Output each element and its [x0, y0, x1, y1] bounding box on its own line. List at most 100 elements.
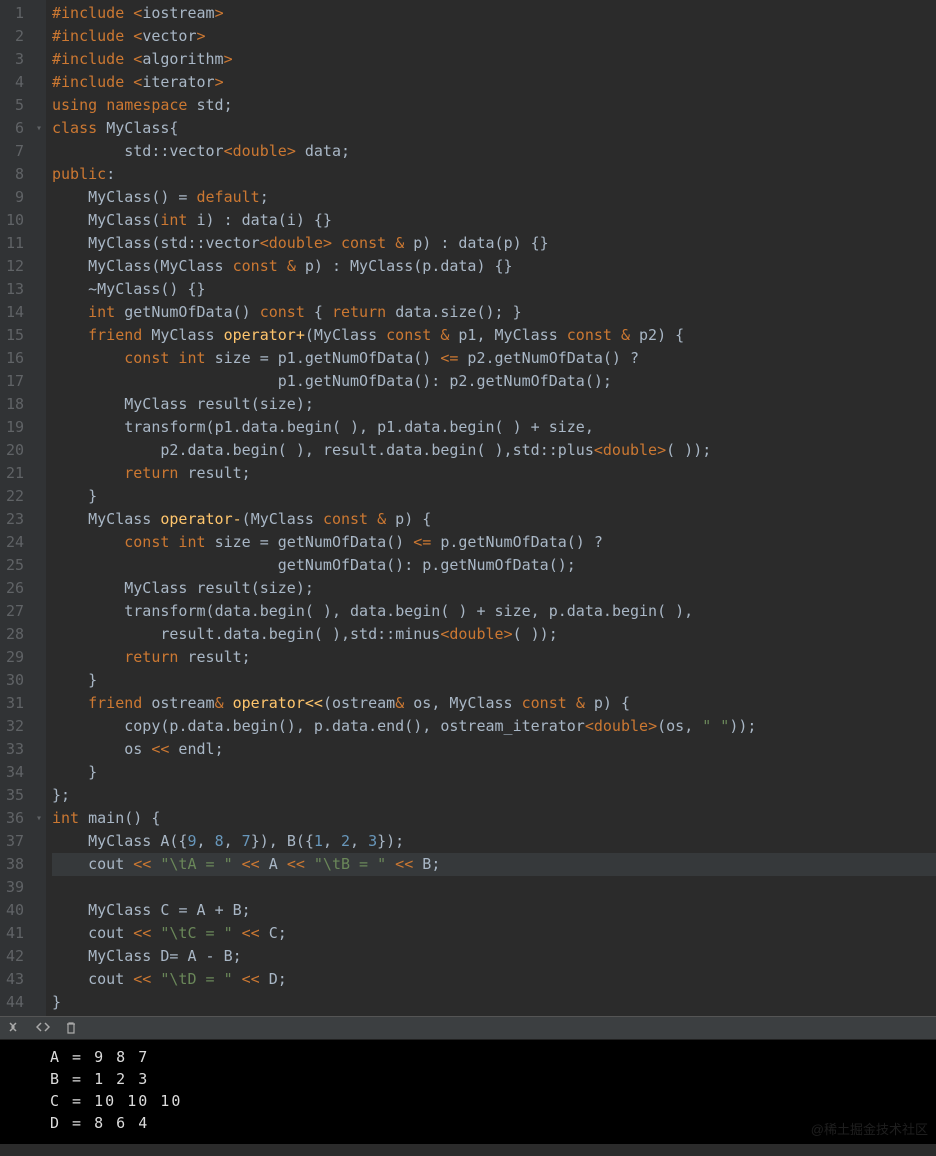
- fold-marker: [32, 623, 46, 646]
- fold-marker: [32, 416, 46, 439]
- fold-marker: [32, 94, 46, 117]
- line-number: 33: [4, 738, 24, 761]
- fold-marker: [32, 945, 46, 968]
- fold-marker: [32, 715, 46, 738]
- console-line: D = 8 6 4: [50, 1112, 936, 1134]
- line-number: 4: [4, 71, 24, 94]
- line-number: 37: [4, 830, 24, 853]
- line-number: 41: [4, 922, 24, 945]
- line-number: 19: [4, 416, 24, 439]
- code-line[interactable]: friend ostream& operator<<(ostream& os, …: [52, 692, 936, 715]
- code-line[interactable]: int main() {: [52, 807, 936, 830]
- code-line[interactable]: MyClass(MyClass const & p) : MyClass(p.d…: [52, 255, 936, 278]
- fold-marker: [32, 692, 46, 715]
- fold-marker: [32, 370, 46, 393]
- line-number: 26: [4, 577, 24, 600]
- code-line[interactable]: p1.getNumOfData(): p2.getNumOfData();: [52, 370, 936, 393]
- code-editor[interactable]: 1234567891011121314151617181920212223242…: [0, 0, 936, 1016]
- code-line[interactable]: #include <algorithm>: [52, 48, 936, 71]
- fold-marker: [32, 784, 46, 807]
- fold-marker: [32, 991, 46, 1014]
- fold-marker: [32, 485, 46, 508]
- fold-marker: [32, 600, 46, 623]
- watermark: @稀土掘金技术社区: [811, 1119, 928, 1138]
- code-line[interactable]: }: [52, 669, 936, 692]
- line-number: 42: [4, 945, 24, 968]
- code-line[interactable]: [52, 876, 936, 899]
- code-line[interactable]: transform(p1.data.begin( ), p1.data.begi…: [52, 416, 936, 439]
- fold-marker: [32, 163, 46, 186]
- code-line[interactable]: MyClass(std::vector<double> const & p) :…: [52, 232, 936, 255]
- console-output: A = 9 8 7B = 1 2 3C = 10 10 10D = 8 6 4: [0, 1040, 936, 1144]
- fold-marker: [32, 278, 46, 301]
- line-number: 11: [4, 232, 24, 255]
- code-line[interactable]: };: [52, 784, 936, 807]
- code-area[interactable]: #include <iostream>#include <vector>#inc…: [46, 0, 936, 1016]
- line-number: 38: [4, 853, 24, 876]
- code-line[interactable]: cout << "\tD = " << D;: [52, 968, 936, 991]
- fold-marker: [32, 508, 46, 531]
- code-line[interactable]: public:: [52, 163, 936, 186]
- fold-marker: [32, 255, 46, 278]
- fold-marker: [32, 669, 46, 692]
- code-line[interactable]: MyClass(int i) : data(i) {}: [52, 209, 936, 232]
- fold-marker: [32, 439, 46, 462]
- code-line[interactable]: }: [52, 761, 936, 784]
- code-line[interactable]: result.data.begin( ),std::minus<double>(…: [52, 623, 936, 646]
- code-line[interactable]: #include <iostream>: [52, 2, 936, 25]
- code-line[interactable]: MyClass D= A - B;: [52, 945, 936, 968]
- code-line[interactable]: friend MyClass operator+(MyClass const &…: [52, 324, 936, 347]
- code-line[interactable]: ~MyClass() {}: [52, 278, 936, 301]
- code-line[interactable]: p2.data.begin( ), result.data.begin( ),s…: [52, 439, 936, 462]
- code-line[interactable]: copy(p.data.begin(), p.data.end(), ostre…: [52, 715, 936, 738]
- code-line[interactable]: }: [52, 991, 936, 1014]
- line-number: 32: [4, 715, 24, 738]
- code-line[interactable]: std::vector<double> data;: [52, 140, 936, 163]
- code-line[interactable]: #include <iterator>: [52, 71, 936, 94]
- fold-marker[interactable]: ▾: [32, 807, 46, 830]
- code-line[interactable]: int getNumOfData() const { return data.s…: [52, 301, 936, 324]
- expand-icon[interactable]: [36, 1021, 50, 1035]
- code-line[interactable]: }: [52, 485, 936, 508]
- fold-column[interactable]: ▾▾: [32, 0, 46, 1016]
- collapse-icon[interactable]: [8, 1021, 22, 1035]
- code-line[interactable]: transform(data.begin( ), data.begin( ) +…: [52, 600, 936, 623]
- fold-marker: [32, 301, 46, 324]
- trash-icon[interactable]: [64, 1021, 78, 1035]
- code-line[interactable]: const int size = getNumOfData() <= p.get…: [52, 531, 936, 554]
- fold-marker: [32, 738, 46, 761]
- line-number: 14: [4, 301, 24, 324]
- line-number: 3: [4, 48, 24, 71]
- code-line[interactable]: os << endl;: [52, 738, 936, 761]
- code-line[interactable]: MyClass result(size);: [52, 577, 936, 600]
- line-number: 34: [4, 761, 24, 784]
- fold-marker: [32, 554, 46, 577]
- line-number: 28: [4, 623, 24, 646]
- code-line[interactable]: return result;: [52, 462, 936, 485]
- fold-marker: [32, 830, 46, 853]
- fold-marker: [32, 71, 46, 94]
- code-line[interactable]: MyClass() = default;: [52, 186, 936, 209]
- code-line[interactable]: const int size = p1.getNumOfData() <= p2…: [52, 347, 936, 370]
- line-number: 1: [4, 2, 24, 25]
- line-number: 20: [4, 439, 24, 462]
- line-number: 31: [4, 692, 24, 715]
- line-number: 30: [4, 669, 24, 692]
- code-line[interactable]: MyClass C = A + B;: [52, 899, 936, 922]
- code-line[interactable]: using namespace std;: [52, 94, 936, 117]
- code-line[interactable]: cout << "\tA = " << A << "\tB = " << B;: [52, 853, 936, 876]
- code-line[interactable]: MyClass operator-(MyClass const & p) {: [52, 508, 936, 531]
- code-line[interactable]: getNumOfData(): p.getNumOfData();: [52, 554, 936, 577]
- line-number-gutter: 1234567891011121314151617181920212223242…: [0, 0, 32, 1016]
- line-number: 36: [4, 807, 24, 830]
- fold-marker: [32, 209, 46, 232]
- line-number: 16: [4, 347, 24, 370]
- fold-marker[interactable]: ▾: [32, 117, 46, 140]
- code-line[interactable]: MyClass A({9, 8, 7}), B({1, 2, 3});: [52, 830, 936, 853]
- code-line[interactable]: #include <vector>: [52, 25, 936, 48]
- code-line[interactable]: return result;: [52, 646, 936, 669]
- line-number: 18: [4, 393, 24, 416]
- code-line[interactable]: class MyClass{: [52, 117, 936, 140]
- code-line[interactable]: MyClass result(size);: [52, 393, 936, 416]
- code-line[interactable]: cout << "\tC = " << C;: [52, 922, 936, 945]
